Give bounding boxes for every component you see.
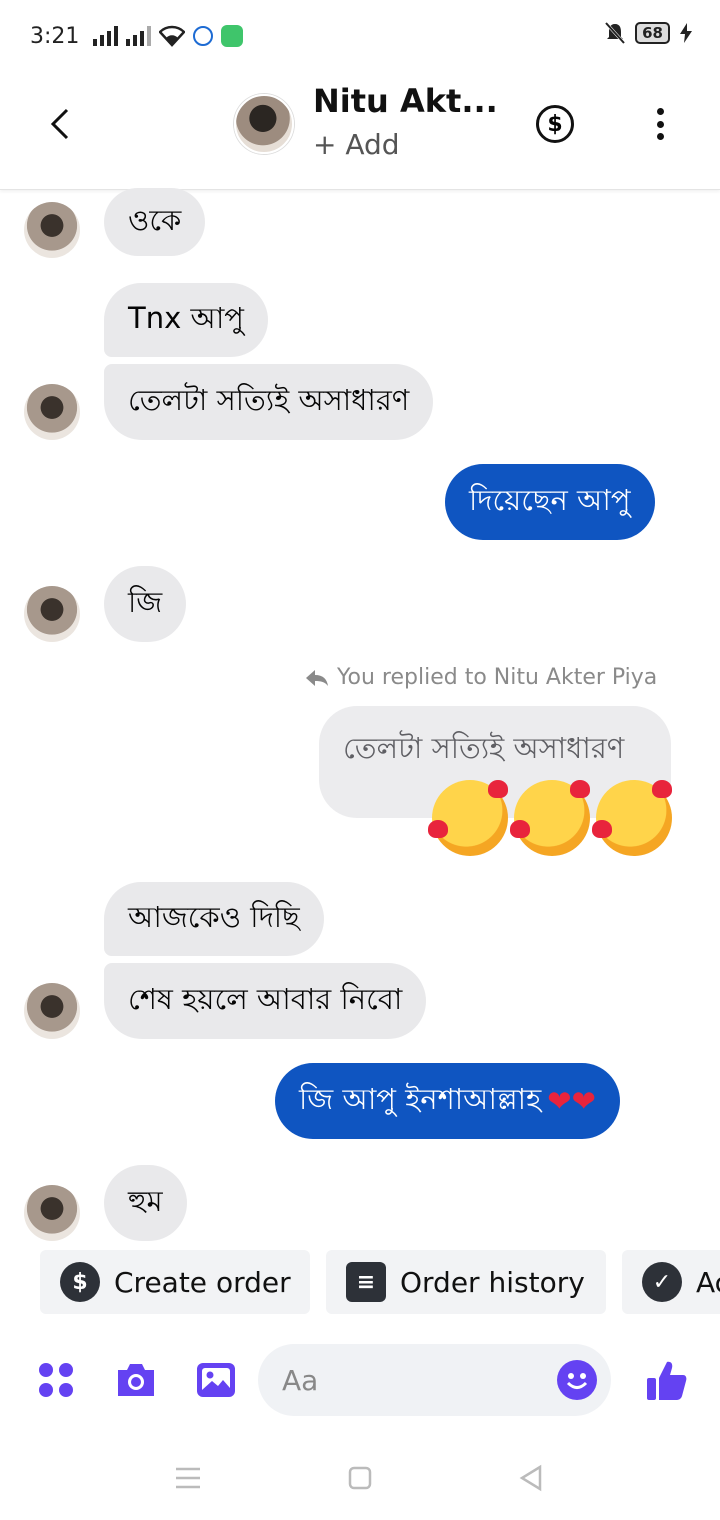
signal-icon bbox=[93, 26, 119, 46]
camera-icon[interactable] bbox=[114, 1358, 158, 1402]
sender-avatar[interactable] bbox=[24, 983, 80, 1039]
chat-header: Nitu Akt... + Add $ bbox=[0, 72, 720, 190]
quick-actions: $ Create order ≡ Order history ✓ Ac bbox=[0, 1250, 720, 1316]
emoji-icon[interactable] bbox=[557, 1360, 597, 1400]
list-icon: ≡ bbox=[346, 1262, 386, 1302]
back-nav-icon[interactable] bbox=[518, 1464, 544, 1492]
back-icon bbox=[50, 108, 69, 140]
message-input[interactable]: Aa bbox=[258, 1344, 611, 1416]
smiling-face-with-hearts-icon bbox=[592, 780, 672, 856]
message-incoming[interactable]: আজকেও দিছি bbox=[104, 882, 324, 956]
apps-icon[interactable] bbox=[34, 1358, 78, 1402]
message-incoming[interactable]: ওকে bbox=[104, 188, 206, 256]
message-outgoing[interactable]: জি আপু ইনশাআল্লাহ ❤❤ bbox=[275, 1063, 620, 1139]
smiling-face-with-hearts-icon bbox=[510, 780, 590, 856]
reply-arrow-icon bbox=[306, 669, 328, 686]
sync-icon bbox=[193, 26, 214, 46]
recents-icon[interactable] bbox=[175, 1466, 201, 1490]
dollar-icon: $ bbox=[60, 1262, 100, 1302]
message-incoming[interactable]: হুম bbox=[104, 1165, 187, 1241]
gallery-icon[interactable] bbox=[194, 1358, 238, 1402]
third-action-button[interactable]: ✓ Ac bbox=[622, 1250, 720, 1314]
reply-note: You replied to Nitu Akter Piya bbox=[305, 665, 657, 690]
mute-bell-icon bbox=[605, 22, 626, 44]
order-history-label: Order history bbox=[400, 1265, 585, 1299]
more-icon[interactable] bbox=[646, 104, 674, 144]
emoji-message[interactable] bbox=[428, 780, 672, 856]
sender-avatar[interactable] bbox=[24, 586, 80, 642]
check-icon: ✓ bbox=[642, 1262, 682, 1302]
signal2-icon bbox=[126, 26, 152, 46]
charging-icon bbox=[680, 23, 692, 43]
composer-bar: Aa bbox=[0, 1336, 720, 1426]
status-time: 3:21 bbox=[30, 23, 80, 49]
system-nav-bar bbox=[0, 1440, 720, 1520]
contact-avatar[interactable] bbox=[234, 94, 294, 154]
sender-avatar[interactable] bbox=[24, 1185, 80, 1241]
wifi-icon bbox=[159, 25, 186, 47]
message-incoming[interactable]: তেলটা সত্যিই অসাধারণ bbox=[104, 364, 434, 440]
input-placeholder: Aa bbox=[282, 1363, 319, 1397]
hearts: ❤❤ bbox=[547, 1084, 596, 1118]
reply-note-text: You replied to Nitu Akter Piya bbox=[337, 665, 658, 690]
order-history-button[interactable]: ≡ Order history bbox=[326, 1250, 606, 1314]
third-action-label: Ac bbox=[696, 1265, 720, 1299]
like-icon[interactable] bbox=[644, 1358, 688, 1402]
create-order-label: Create order bbox=[114, 1265, 291, 1299]
message-text: জি আপু ইনশাআল্লাহ bbox=[299, 1081, 542, 1116]
app-notify-icon bbox=[221, 25, 244, 47]
message-incoming[interactable]: জি bbox=[104, 566, 187, 642]
sender-avatar[interactable] bbox=[24, 384, 80, 440]
dollar-icon[interactable]: $ bbox=[536, 105, 574, 143]
add-label[interactable]: + Add bbox=[313, 128, 400, 161]
create-order-button[interactable]: $ Create order bbox=[40, 1250, 310, 1314]
home-icon[interactable] bbox=[348, 1466, 372, 1490]
battery-indicator: 68 bbox=[635, 22, 670, 44]
smiling-face-with-hearts-icon bbox=[428, 780, 508, 856]
status-bar: 3:21 68 bbox=[0, 0, 720, 72]
contact-name[interactable]: Nitu Akt... bbox=[313, 82, 498, 120]
back-button[interactable] bbox=[40, 102, 80, 146]
message-incoming[interactable]: Tnx আপু bbox=[104, 283, 268, 357]
message-incoming[interactable]: শেষ হয়লে আবার নিবো bbox=[104, 963, 427, 1039]
message-outgoing[interactable]: দিয়েছেন আপু bbox=[445, 464, 655, 540]
sender-avatar[interactable] bbox=[24, 202, 80, 258]
